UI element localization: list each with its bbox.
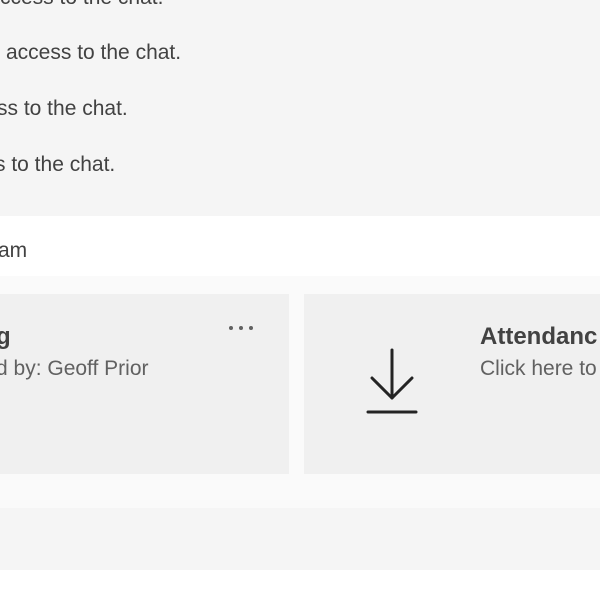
recording-card[interactable]: g d by: Geoff Prior bbox=[0, 294, 289, 474]
attendance-card-subtitle: Click here to bbox=[480, 357, 597, 380]
team-label: am bbox=[0, 239, 28, 262]
attendance-card-title: Attendanc bbox=[480, 323, 598, 350]
bottom-bar bbox=[0, 508, 600, 570]
chat-message-area: ccess to the chat. access to the chat. s… bbox=[0, 0, 600, 216]
bottom-strip bbox=[0, 570, 600, 589]
recording-card-title: g bbox=[0, 323, 11, 350]
more-options-icon[interactable] bbox=[227, 316, 257, 340]
chat-message-line: access to the chat. bbox=[6, 41, 182, 64]
chat-message-line: ccess to the chat. bbox=[0, 0, 163, 10]
chat-message-line: ss to the chat. bbox=[0, 97, 128, 120]
download-icon[interactable] bbox=[366, 348, 418, 416]
recording-card-subtitle: d by: Geoff Prior bbox=[0, 357, 149, 380]
chat-message-line: s to the chat. bbox=[0, 153, 116, 176]
team-row: am bbox=[0, 216, 600, 276]
attachment-cards-area: g d by: Geoff Prior Attendanc Click here… bbox=[0, 276, 600, 508]
attendance-card[interactable]: Attendanc Click here to bbox=[304, 294, 600, 474]
